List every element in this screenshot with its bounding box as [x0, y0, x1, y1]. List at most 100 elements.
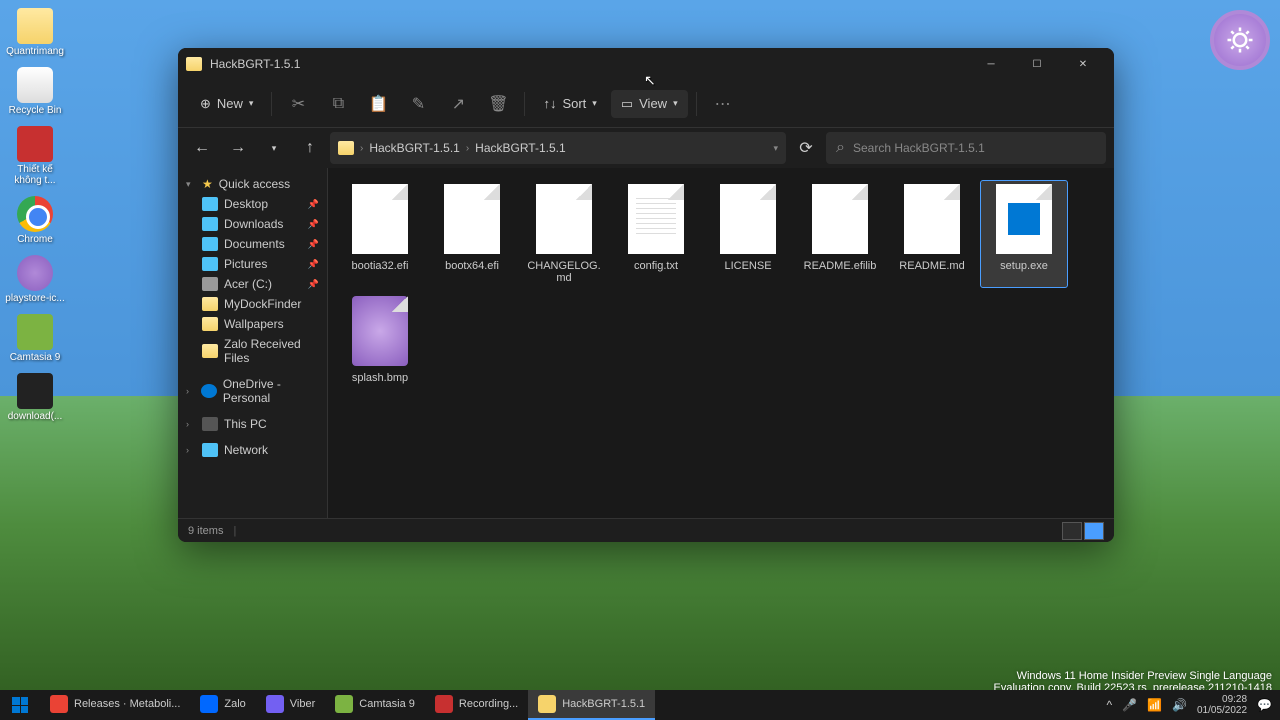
share-button[interactable]: ↗ [440, 88, 476, 120]
rec-icon [435, 695, 453, 713]
start-button[interactable] [0, 690, 40, 720]
copy-button[interactable]: ⧉ [320, 88, 356, 120]
up-button[interactable]: ↑ [294, 132, 326, 164]
chevron-right-icon: › [186, 419, 196, 429]
taskbar-item[interactable]: HackBGRT-1.5.1 [528, 690, 655, 720]
search-field[interactable]: ⌕ [826, 132, 1106, 164]
chrome-icon [17, 196, 53, 232]
file-item[interactable]: bootia32.efi [336, 180, 424, 288]
taskbar-item[interactable]: Camtasia 9 [325, 690, 425, 720]
tray-chevron-icon[interactable]: ^ [1106, 698, 1112, 712]
chevron-down-icon: ▾ [592, 98, 597, 109]
rename-button[interactable]: ✎ [400, 88, 436, 120]
taskbar-item[interactable]: Zalo [190, 690, 255, 720]
sidebar-network[interactable]: › Network [178, 440, 327, 460]
icons-view-button[interactable] [1084, 522, 1104, 540]
maximize-button[interactable]: ☐ [1014, 48, 1060, 80]
address-bar: ← → ▾ ↑ › HackBGRT-1.5.1 › HackBGRT-1.5.… [178, 128, 1114, 168]
taskbar-item[interactable]: Recording... [425, 690, 528, 720]
green-icon [17, 314, 53, 350]
sidebar-item[interactable]: Documents 📌 [178, 234, 327, 254]
cut-button[interactable]: ✂ [280, 88, 316, 120]
pin-icon: 📌 [308, 259, 319, 270]
explorer-window: HackBGRT-1.5.1 ─ ☐ ✕ ⊕ New ▾ ✂ ⧉ 📋 ✎ ↗ 🗑… [178, 48, 1114, 542]
desktop-icon[interactable]: Thiết kế không t... [5, 126, 65, 186]
file-item[interactable]: bootx64.efi [428, 180, 516, 288]
folder-icon [338, 141, 354, 155]
file-icon [904, 184, 960, 254]
new-button[interactable]: ⊕ New ▾ [190, 90, 263, 118]
star-icon: ★ [202, 177, 213, 191]
close-button[interactable]: ✕ [1060, 48, 1106, 80]
file-item[interactable]: setup.exe [980, 180, 1068, 288]
cloud-icon [201, 384, 217, 398]
desktop-icon[interactable]: Chrome [5, 196, 65, 245]
folder-icon [202, 197, 218, 211]
forward-button[interactable]: → [222, 132, 254, 164]
desktop-icon[interactable]: download(... [5, 373, 65, 422]
taskbar-item[interactable]: Releases · Metaboli... [40, 690, 190, 720]
sort-icon: ↑↓ [543, 96, 556, 111]
details-view-button[interactable] [1062, 522, 1082, 540]
folder-icon [202, 317, 218, 331]
file-item[interactable]: splash.bmp [336, 292, 424, 388]
sidebar-item[interactable]: MyDockFinder [178, 294, 327, 314]
sidebar-item[interactable]: Pictures 📌 [178, 254, 327, 274]
breadcrumb[interactable]: HackBGRT-1.5.1 [475, 141, 565, 155]
sidebar-item[interactable]: Acer (C:) 📌 [178, 274, 327, 294]
desktop-icon[interactable]: Camtasia 9 [5, 314, 65, 363]
folder-icon [202, 277, 218, 291]
sidebar-this-pc[interactable]: › This PC [178, 414, 327, 434]
plus-icon: ⊕ [200, 96, 211, 112]
file-item[interactable]: CHANGELOG.md [520, 180, 608, 288]
chevron-right-icon: › [186, 445, 196, 455]
clock[interactable]: 09:28 01/05/2022 [1197, 694, 1247, 716]
delete-button[interactable]: 🗑 [480, 88, 516, 120]
sidebar-onedrive[interactable]: › OneDrive - Personal [178, 374, 327, 408]
paste-button[interactable]: 📋 [360, 88, 396, 120]
search-input[interactable] [853, 141, 1096, 155]
sidebar-item[interactable]: Wallpapers [178, 314, 327, 334]
network-icon [202, 443, 218, 457]
sidebar-item[interactable]: Zalo Received Files [178, 334, 327, 368]
chevron-down-icon[interactable]: ▾ [773, 143, 778, 154]
view-button[interactable]: ▭ View ▾ [611, 90, 688, 118]
file-item[interactable]: README.md [888, 180, 976, 288]
chevron-down-icon: ▾ [186, 179, 196, 190]
taskbar-item[interactable]: Viber [256, 690, 325, 720]
sort-button[interactable]: ↑↓ Sort ▾ [533, 90, 606, 117]
sidebar-item[interactable]: Desktop 📌 [178, 194, 327, 214]
pin-icon: 📌 [308, 199, 319, 210]
file-item[interactable]: config.txt [612, 180, 700, 288]
folder-icon [202, 297, 218, 311]
desktop-icon[interactable]: Quantrimang [5, 8, 65, 57]
folder-icon [202, 257, 218, 271]
more-button[interactable]: ⋯ [705, 88, 741, 120]
sidebar-item[interactable]: Downloads 📌 [178, 214, 327, 234]
address-field[interactable]: › HackBGRT-1.5.1 › HackBGRT-1.5.1 ▾ [330, 132, 786, 164]
refresh-button[interactable]: ⟳ [790, 132, 822, 164]
item-count: 9 items [188, 525, 223, 537]
system-tray: ^ 🎤 📶 🔊 09:28 01/05/2022 💬 [1098, 694, 1280, 716]
search-icon: ⌕ [836, 139, 845, 157]
chevron-right-icon: › [186, 386, 195, 396]
file-item[interactable]: README.efilib [796, 180, 884, 288]
desktop-icon[interactable]: Recycle Bin [5, 67, 65, 116]
file-icon [536, 184, 592, 254]
back-button[interactable]: ← [186, 132, 218, 164]
minimize-button[interactable]: ─ [968, 48, 1014, 80]
zalo-icon [200, 695, 218, 713]
notifications-icon[interactable]: 💬 [1257, 698, 1272, 712]
wifi-icon[interactable]: 📶 [1147, 698, 1162, 712]
recent-button[interactable]: ▾ [258, 132, 290, 164]
folder-icon [538, 695, 556, 713]
breadcrumb[interactable]: HackBGRT-1.5.1 [369, 141, 459, 155]
purple-icon [17, 255, 53, 291]
desktop-icon[interactable]: playstore-ic... [5, 255, 65, 304]
titlebar[interactable]: HackBGRT-1.5.1 ─ ☐ ✕ [178, 48, 1114, 80]
file-item[interactable]: LICENSE [704, 180, 792, 288]
folder-icon [186, 57, 202, 71]
microphone-icon[interactable]: 🎤 [1122, 698, 1137, 712]
volume-icon[interactable]: 🔊 [1172, 698, 1187, 712]
sidebar-quick-access[interactable]: ▾ ★ Quick access [178, 174, 327, 194]
